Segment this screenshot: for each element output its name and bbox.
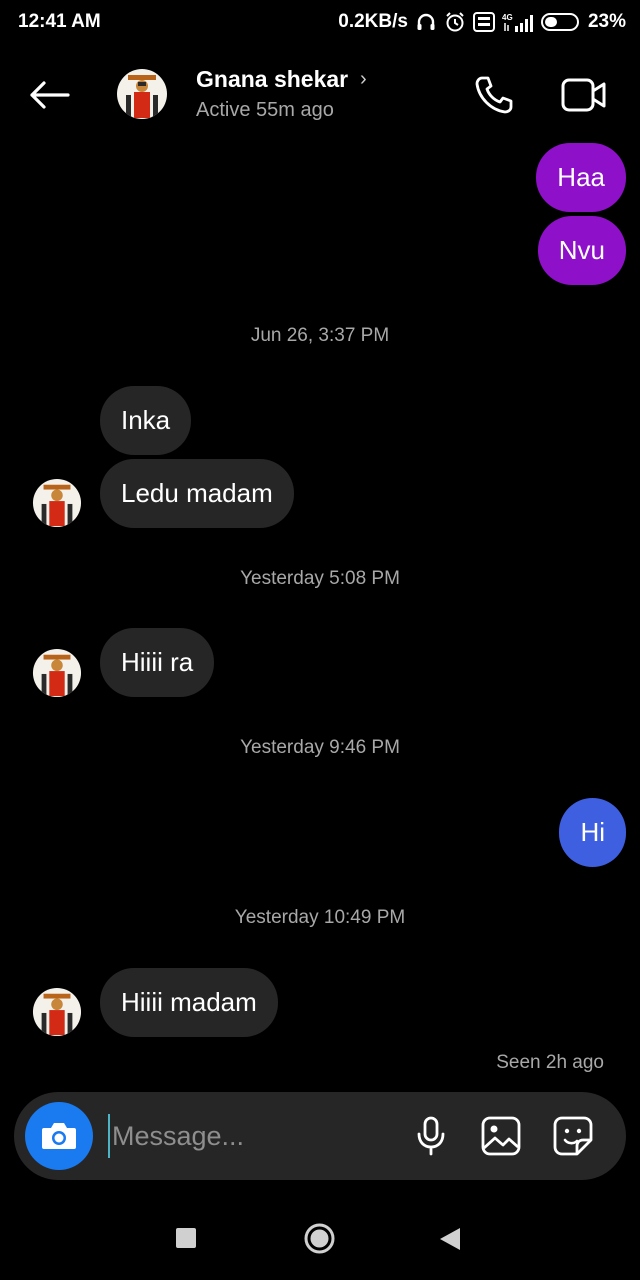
message-composer [14,1092,626,1180]
sticker-icon [553,1116,593,1156]
message-text: Haa [557,162,605,192]
phone-icon [475,76,513,114]
seen-receipt: Seen 2h ago [496,1052,604,1073]
headphones-icon [415,11,437,33]
contact-avatar[interactable] [116,68,168,120]
contact-name[interactable]: Gnana shekar [196,66,348,93]
recents-button[interactable] [176,1228,196,1248]
status-bar: 12:41 AM 0.2KB/s 4G 23% [0,0,640,44]
video-call-button[interactable] [558,72,610,118]
timestamp: Yesterday 5:08 PM [240,568,400,589]
incoming-message[interactable]: Inka [100,386,192,455]
message-text: Inka [121,405,171,435]
timestamp: Yesterday 10:49 PM [234,907,406,928]
signal-icon: 4G [502,12,534,32]
home-button[interactable] [304,1223,335,1254]
outgoing-message[interactable]: Nvu [537,216,626,285]
voice-message-button[interactable] [410,1114,452,1158]
network-speed: 0.2KB/s [338,11,408,32]
image-icon [481,1116,521,1156]
incoming-message[interactable]: Hiiii ra [100,628,215,697]
back-arrow-icon [30,81,70,109]
contact-avatar-small[interactable] [32,987,82,1037]
active-status: Active 55m ago [196,99,334,121]
status-icons: 0.2KB/s 4G 23% [338,11,626,33]
timestamp: Jun 26, 3:37 PM [250,325,390,346]
message-text: Hi [580,817,605,847]
camera-icon [42,1123,76,1149]
incoming-message[interactable]: Hiiii madam [100,968,278,1037]
incoming-message[interactable]: Ledu madam [100,459,294,528]
video-camera-icon [561,78,606,112]
home-circle-icon [304,1223,335,1254]
message-text: Ledu madam [121,478,273,508]
volte-icon [472,12,495,32]
back-button[interactable] [26,72,72,118]
status-time: 12:41 AM [18,11,101,32]
system-nav-bar [0,1200,640,1280]
microphone-icon [417,1116,445,1156]
chevron-right-icon[interactable]: › [360,68,367,91]
message-input[interactable] [108,1114,388,1158]
contact-avatar-small[interactable] [32,648,82,698]
message-text: Hiiii madam [121,987,257,1017]
battery-percent: 23% [587,11,626,32]
sticker-button[interactable] [550,1114,596,1158]
battery-icon [540,12,581,32]
audio-call-button[interactable] [470,72,518,118]
chat-header: Gnana shekar › Active 55m ago [0,52,640,136]
alarm-icon [444,11,466,33]
outgoing-message[interactable]: Haa [536,143,626,212]
nav-back-button[interactable] [438,1226,462,1252]
message-text: Hiiii ra [121,647,194,677]
outgoing-message[interactable]: Hi [559,798,626,867]
timestamp: Yesterday 9:46 PM [240,737,400,758]
camera-button[interactable] [25,1102,93,1170]
triangle-back-icon [440,1228,460,1250]
network-type: 4G [502,13,513,22]
gallery-button[interactable] [478,1114,524,1158]
message-text: Nvu [558,235,605,265]
contact-avatar-small[interactable] [32,478,82,528]
